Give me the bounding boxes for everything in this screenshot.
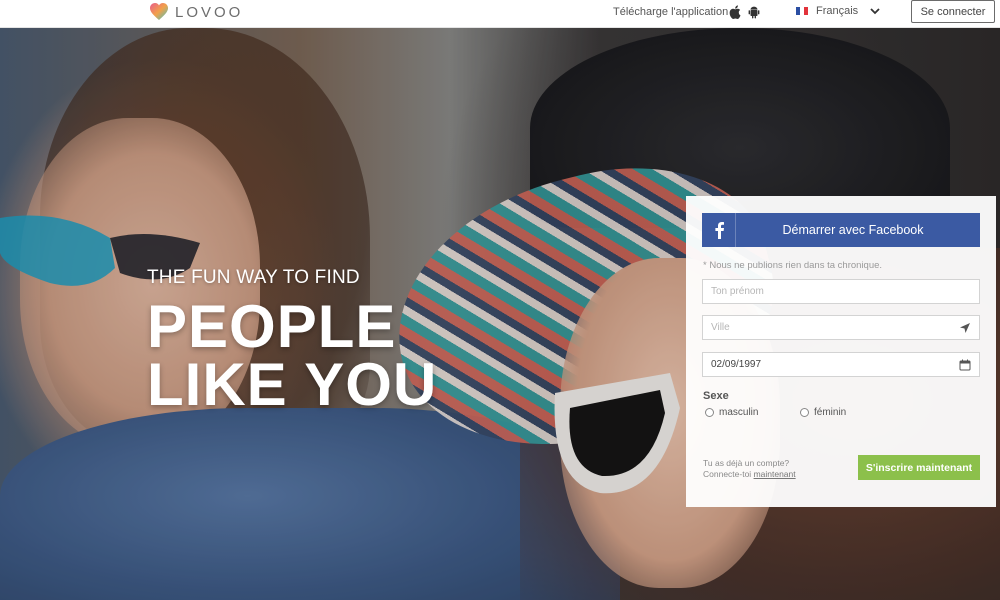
signup-form: Démarrer avec Facebook * Nous ne publion…	[686, 196, 996, 507]
language-selector[interactable]: Français	[796, 5, 880, 17]
android-icon[interactable]	[748, 5, 760, 19]
facebook-signup-button[interactable]: Démarrer avec Facebook	[702, 213, 980, 247]
apple-icon[interactable]	[729, 5, 741, 19]
top-bar: LOVOO Télécharge l'application Français …	[0, 0, 1000, 28]
heart-logo-icon	[150, 3, 168, 20]
login-hint-prefix: Connecte-toi	[703, 469, 754, 479]
facebook-icon	[702, 213, 736, 247]
birthdate-field[interactable]	[702, 352, 980, 377]
login-button[interactable]: Se connecter	[911, 0, 995, 23]
calendar-icon[interactable]	[959, 359, 971, 371]
birthdate-input[interactable]	[711, 359, 959, 370]
radio-male[interactable]	[705, 408, 714, 417]
language-label: Français	[816, 5, 859, 17]
location-arrow-icon[interactable]	[959, 322, 971, 334]
hero-tagline: THE FUN WAY TO FIND	[147, 267, 360, 288]
city-input[interactable]	[711, 322, 959, 333]
facebook-button-label: Démarrer avec Facebook	[782, 223, 924, 237]
radio-female[interactable]	[800, 408, 809, 417]
signup-button[interactable]: S'inscrire maintenant	[858, 455, 980, 480]
sex-option-male-label: masculin	[719, 407, 759, 418]
logo[interactable]: LOVOO	[149, 2, 243, 22]
login-hint: Tu as déjà un compte? Connecte-toi maint…	[703, 458, 796, 480]
sex-option-male[interactable]: masculin	[705, 407, 758, 418]
city-field[interactable]	[702, 315, 980, 340]
sex-option-female-label: féminin	[814, 407, 847, 418]
download-app-label: Télécharge l'application	[613, 6, 729, 18]
login-hint-line-1: Tu as déjà un compte?	[703, 458, 790, 468]
headline-line-2: LIKE YOU	[147, 351, 438, 418]
hero-headline: PEOPLE LIKE YOU	[147, 293, 438, 418]
headline-line-1: PEOPLE	[147, 293, 397, 360]
chevron-down-icon	[870, 8, 880, 15]
france-flag-icon	[796, 7, 808, 15]
sex-option-female[interactable]: féminin	[800, 407, 846, 418]
first-name-field[interactable]	[702, 279, 980, 304]
sex-label: Sexe	[703, 390, 729, 402]
brand-name: LOVOO	[175, 3, 244, 21]
login-now-link[interactable]: maintenant	[754, 469, 796, 479]
first-name-input[interactable]	[711, 286, 971, 297]
privacy-notice: * Nous ne publions rien dans ta chroniqu…	[703, 260, 883, 271]
